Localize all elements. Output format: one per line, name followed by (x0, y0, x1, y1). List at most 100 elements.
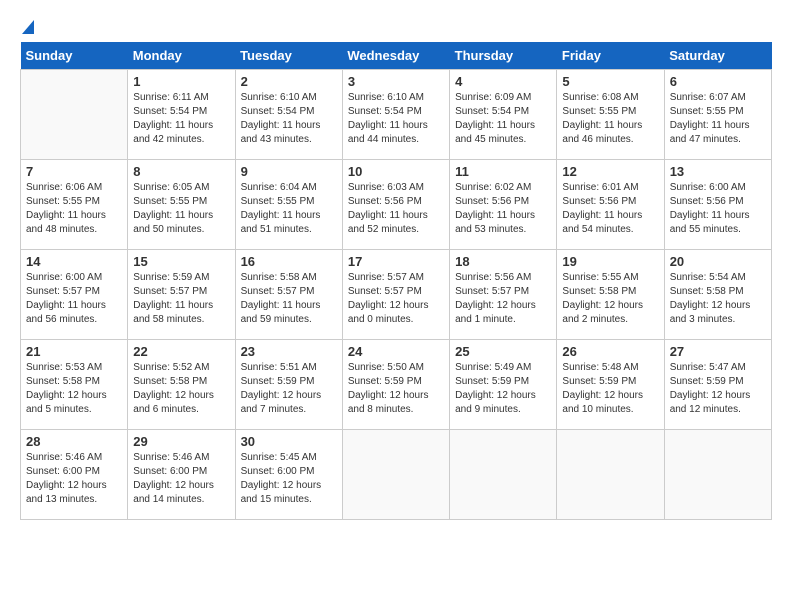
calendar-cell: 7 Sunrise: 6:06 AM Sunset: 5:55 PM Daylig… (21, 160, 128, 250)
day-number: 19 (562, 254, 658, 269)
week-row-3: 14Sunrise: 6:00 AM Sunset: 5:57 PM Dayli… (21, 250, 772, 340)
calendar-cell: 30 Sunrise: 5:45 AM Sunset: 6:00 PM Dayli… (235, 430, 342, 520)
week-row-1: 1 Sunrise: 6:11 AM Sunset: 5:54 PM Daylig… (21, 70, 772, 160)
day-number: 2 (241, 74, 337, 89)
col-tuesday: Tuesday (235, 42, 342, 70)
day-info: Sunrise: 6:04 AM Sunset: 5:55 PM Dayligh… (241, 181, 337, 237)
day-info: Sunrise: 6:10 AM Sunset: 5:54 PM Dayligh… (348, 91, 444, 147)
day-number: 14 (26, 254, 122, 269)
calendar-cell (557, 430, 664, 520)
day-number: 12 (562, 164, 658, 179)
calendar-header-row: SundayMondayTuesdayWednesdayThursdayFrid… (21, 42, 772, 70)
calendar-cell: 17Sunrise: 5:57 AM Sunset: 5:57 PM Dayli… (342, 250, 449, 340)
day-number: 23 (241, 344, 337, 359)
calendar-cell: 9 Sunrise: 6:04 AM Sunset: 5:55 PM Daylig… (235, 160, 342, 250)
day-number: 8 (133, 164, 229, 179)
week-row-2: 7 Sunrise: 6:06 AM Sunset: 5:55 PM Daylig… (21, 160, 772, 250)
day-info: Sunrise: 6:06 AM Sunset: 5:55 PM Dayligh… (26, 181, 122, 237)
calendar-cell: 28 Sunrise: 5:46 AM Sunset: 6:00 PM Dayli… (21, 430, 128, 520)
day-number: 4 (455, 74, 551, 89)
day-number: 21 (26, 344, 122, 359)
logo-triangle-icon (22, 16, 42, 36)
day-info: Sunrise: 5:59 AM Sunset: 5:57 PM Dayligh… (133, 271, 229, 327)
day-info: Sunrise: 6:07 AM Sunset: 5:55 PM Dayligh… (670, 91, 766, 147)
day-info: Sunrise: 5:45 AM Sunset: 6:00 PM Dayligh… (241, 451, 337, 507)
day-info: Sunrise: 5:52 AM Sunset: 5:58 PM Dayligh… (133, 361, 229, 417)
day-number: 1 (133, 74, 229, 89)
day-info: Sunrise: 5:57 AM Sunset: 5:57 PM Dayligh… (348, 271, 444, 327)
day-info: Sunrise: 5:46 AM Sunset: 6:00 PM Dayligh… (133, 451, 229, 507)
day-info: Sunrise: 5:46 AM Sunset: 6:00 PM Dayligh… (26, 451, 122, 507)
day-number: 26 (562, 344, 658, 359)
day-info: Sunrise: 6:03 AM Sunset: 5:56 PM Dayligh… (348, 181, 444, 237)
week-row-5: 28 Sunrise: 5:46 AM Sunset: 6:00 PM Dayli… (21, 430, 772, 520)
day-info: Sunrise: 6:08 AM Sunset: 5:55 PM Dayligh… (562, 91, 658, 147)
day-number: 20 (670, 254, 766, 269)
day-number: 27 (670, 344, 766, 359)
calendar-cell: 20 Sunrise: 5:54 AM Sunset: 5:58 PM Dayli… (664, 250, 771, 340)
calendar-table: SundayMondayTuesdayWednesdayThursdayFrid… (20, 42, 772, 520)
col-sunday: Sunday (21, 42, 128, 70)
calendar-cell: 15 Sunrise: 5:59 AM Sunset: 5:57 PM Dayli… (128, 250, 235, 340)
day-number: 11 (455, 164, 551, 179)
calendar-cell: 6Sunrise: 6:07 AM Sunset: 5:55 PM Daylig… (664, 70, 771, 160)
calendar-cell (450, 430, 557, 520)
day-number: 7 (26, 164, 122, 179)
day-info: Sunrise: 6:02 AM Sunset: 5:56 PM Dayligh… (455, 181, 551, 237)
calendar-cell: 10 Sunrise: 6:03 AM Sunset: 5:56 PM Dayli… (342, 160, 449, 250)
day-number: 9 (241, 164, 337, 179)
col-wednesday: Wednesday (342, 42, 449, 70)
calendar-cell (21, 70, 128, 160)
calendar-cell: 16 Sunrise: 5:58 AM Sunset: 5:57 PM Dayli… (235, 250, 342, 340)
day-info: Sunrise: 5:50 AM Sunset: 5:59 PM Dayligh… (348, 361, 444, 417)
day-info: Sunrise: 5:53 AM Sunset: 5:58 PM Dayligh… (26, 361, 122, 417)
calendar-cell: 13Sunrise: 6:00 AM Sunset: 5:56 PM Dayli… (664, 160, 771, 250)
col-friday: Friday (557, 42, 664, 70)
day-number: 10 (348, 164, 444, 179)
day-info: Sunrise: 6:00 AM Sunset: 5:56 PM Dayligh… (670, 181, 766, 237)
calendar-cell: 18 Sunrise: 5:56 AM Sunset: 5:57 PM Dayli… (450, 250, 557, 340)
day-number: 18 (455, 254, 551, 269)
day-info: Sunrise: 6:01 AM Sunset: 5:56 PM Dayligh… (562, 181, 658, 237)
calendar-cell: 19Sunrise: 5:55 AM Sunset: 5:58 PM Dayli… (557, 250, 664, 340)
calendar-cell (664, 430, 771, 520)
calendar-cell: 1 Sunrise: 6:11 AM Sunset: 5:54 PM Daylig… (128, 70, 235, 160)
calendar-cell (342, 430, 449, 520)
calendar-cell: 4Sunrise: 6:09 AM Sunset: 5:54 PM Daylig… (450, 70, 557, 160)
day-info: Sunrise: 6:11 AM Sunset: 5:54 PM Dayligh… (133, 91, 229, 147)
col-saturday: Saturday (664, 42, 771, 70)
calendar-cell: 22 Sunrise: 5:52 AM Sunset: 5:58 PM Dayli… (128, 340, 235, 430)
calendar-cell: 23 Sunrise: 5:51 AM Sunset: 5:59 PM Dayli… (235, 340, 342, 430)
calendar-cell: 29 Sunrise: 5:46 AM Sunset: 6:00 PM Dayli… (128, 430, 235, 520)
calendar-cell: 26 Sunrise: 5:48 AM Sunset: 5:59 PM Dayli… (557, 340, 664, 430)
logo (20, 20, 42, 32)
calendar-cell: 27 Sunrise: 5:47 AM Sunset: 5:59 PM Dayli… (664, 340, 771, 430)
day-number: 28 (26, 434, 122, 449)
calendar-cell: 3Sunrise: 6:10 AM Sunset: 5:54 PM Daylig… (342, 70, 449, 160)
day-number: 16 (241, 254, 337, 269)
day-number: 22 (133, 344, 229, 359)
day-number: 29 (133, 434, 229, 449)
calendar-cell: 8 Sunrise: 6:05 AM Sunset: 5:55 PM Daylig… (128, 160, 235, 250)
calendar-cell: 25 Sunrise: 5:49 AM Sunset: 5:59 PM Dayli… (450, 340, 557, 430)
calendar-cell: 24Sunrise: 5:50 AM Sunset: 5:59 PM Dayli… (342, 340, 449, 430)
day-info: Sunrise: 5:51 AM Sunset: 5:59 PM Dayligh… (241, 361, 337, 417)
day-info: Sunrise: 6:05 AM Sunset: 5:55 PM Dayligh… (133, 181, 229, 237)
day-number: 15 (133, 254, 229, 269)
day-info: Sunrise: 5:49 AM Sunset: 5:59 PM Dayligh… (455, 361, 551, 417)
day-info: Sunrise: 5:48 AM Sunset: 5:59 PM Dayligh… (562, 361, 658, 417)
calendar-cell: 11 Sunrise: 6:02 AM Sunset: 5:56 PM Dayli… (450, 160, 557, 250)
day-info: Sunrise: 5:47 AM Sunset: 5:59 PM Dayligh… (670, 361, 766, 417)
day-info: Sunrise: 6:10 AM Sunset: 5:54 PM Dayligh… (241, 91, 337, 147)
calendar-cell: 12 Sunrise: 6:01 AM Sunset: 5:56 PM Dayli… (557, 160, 664, 250)
day-number: 25 (455, 344, 551, 359)
col-monday: Monday (128, 42, 235, 70)
day-number: 5 (562, 74, 658, 89)
week-row-4: 21 Sunrise: 5:53 AM Sunset: 5:58 PM Dayli… (21, 340, 772, 430)
calendar-cell: 2 Sunrise: 6:10 AM Sunset: 5:54 PM Daylig… (235, 70, 342, 160)
day-info: Sunrise: 5:54 AM Sunset: 5:58 PM Dayligh… (670, 271, 766, 327)
day-info: Sunrise: 5:58 AM Sunset: 5:57 PM Dayligh… (241, 271, 337, 327)
day-number: 30 (241, 434, 337, 449)
page-header (20, 20, 772, 32)
day-info: Sunrise: 5:56 AM Sunset: 5:57 PM Dayligh… (455, 271, 551, 327)
